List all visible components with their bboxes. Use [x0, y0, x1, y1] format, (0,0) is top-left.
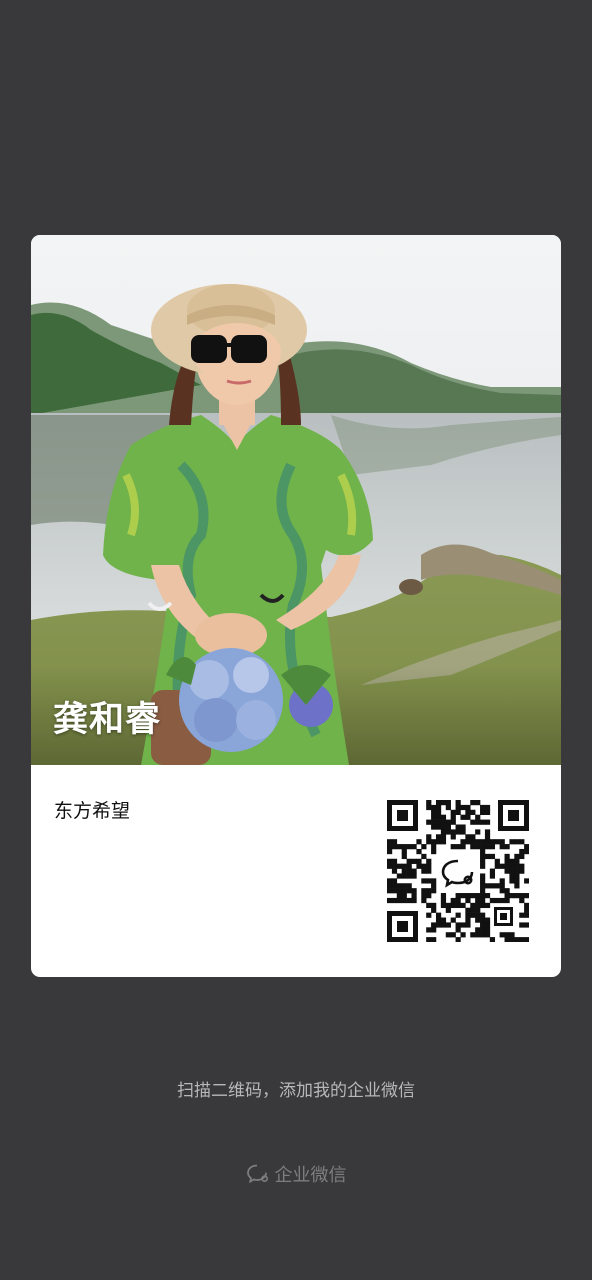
organization-name: 东方希望	[54, 800, 131, 822]
scan-instruction: 扫描二维码，添加我的企业微信	[177, 1081, 415, 1101]
profile-photo: 龚和睿	[31, 235, 561, 765]
wecom-chat-icon	[246, 1163, 270, 1185]
qr-card-screen: 龚和睿 东方希望 扫描二维码，添加我的企业微信 企业微信	[0, 0, 592, 1280]
display-name: 龚和睿	[53, 700, 162, 740]
brand-footer: 企业微信	[0, 1161, 592, 1187]
brand-label: 企业微信	[274, 1165, 347, 1186]
business-card: 龚和睿 东方希望	[31, 235, 561, 977]
qr-code[interactable]	[387, 800, 529, 942]
